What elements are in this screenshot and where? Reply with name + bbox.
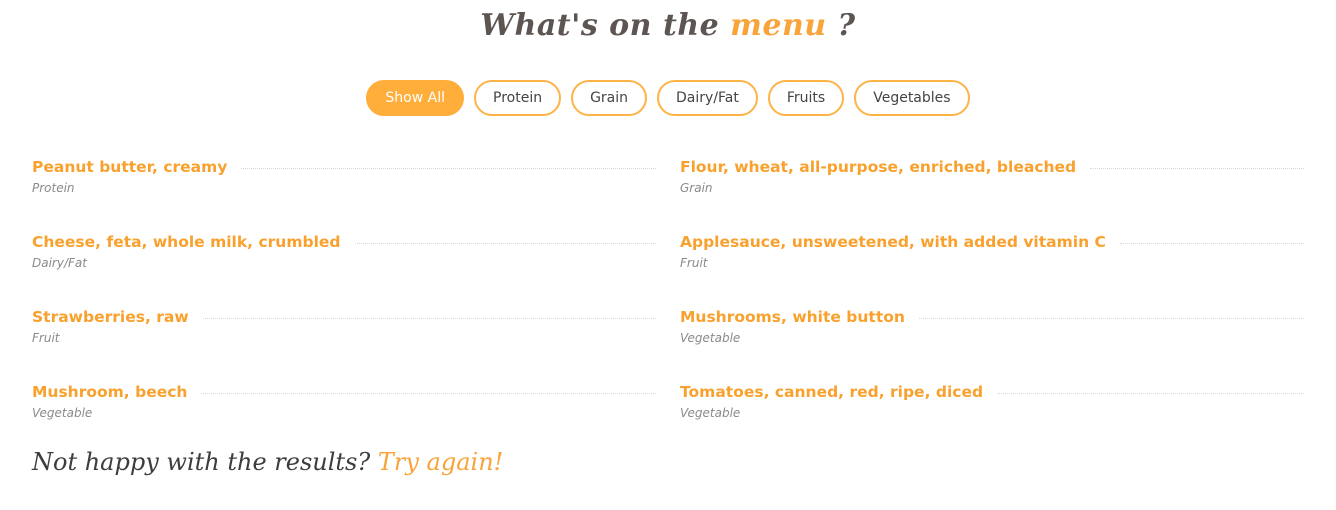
menu-item: Mushrooms, white button Vegetable: [680, 306, 1304, 381]
menu-item: Applesauce, unsweetened, with added vita…: [680, 231, 1304, 306]
dotted-leader: [201, 392, 656, 394]
title-suffix: ?: [826, 8, 856, 43]
dotted-leader: [1119, 242, 1304, 244]
menu-item-row: Mushrooms, white button: [680, 306, 1304, 328]
filter-dairy-fat-button[interactable]: Dairy/Fat: [657, 80, 758, 116]
title-accent: menu: [730, 8, 827, 43]
menu-item-name: Tomatoes, canned, red, ripe, diced: [680, 383, 984, 401]
menu-list: Peanut butter, creamy Protein Flour, whe…: [32, 156, 1304, 456]
menu-item-name: Mushroom, beech: [32, 383, 188, 401]
menu-item-category: Vegetable: [32, 406, 93, 420]
try-again-link[interactable]: Try again!: [378, 448, 503, 476]
dotted-leader: [354, 242, 656, 244]
menu-item-category: Vegetable: [680, 406, 741, 420]
section-title: What's on the menu ?: [0, 8, 1336, 43]
menu-item-category: Vegetable: [680, 331, 741, 345]
title-prefix: What's on the: [480, 8, 731, 43]
menu-item-row: Flour, wheat, all-purpose, enriched, ble…: [680, 156, 1304, 178]
menu-item-row: Applesauce, unsweetened, with added vita…: [680, 231, 1304, 253]
menu-item-category: Grain: [680, 181, 713, 195]
footer-message: Not happy with the results? Try again!: [32, 448, 503, 476]
menu-item-name: Applesauce, unsweetened, with added vita…: [680, 233, 1106, 251]
dotted-leader: [918, 317, 1304, 319]
menu-item-name: Cheese, feta, whole milk, crumbled: [32, 233, 341, 251]
menu-item: Cheese, feta, whole milk, crumbled Dairy…: [32, 231, 656, 306]
menu-item-category: Fruit: [32, 331, 60, 345]
menu-item-category: Dairy/Fat: [32, 256, 87, 270]
menu-item-name: Peanut butter, creamy: [32, 158, 228, 176]
dotted-leader: [1090, 167, 1304, 169]
dotted-leader: [997, 392, 1304, 394]
menu-item: Strawberries, raw Fruit: [32, 306, 656, 381]
filter-grain-button[interactable]: Grain: [571, 80, 648, 116]
menu-item-name: Flour, wheat, all-purpose, enriched, ble…: [680, 158, 1077, 176]
menu-item: Peanut butter, creamy Protein: [32, 156, 656, 231]
filter-fruits-button[interactable]: Fruits: [767, 80, 845, 116]
menu-item-row: Mushroom, beech: [32, 381, 656, 403]
menu-item-name: Mushrooms, white button: [680, 308, 905, 326]
dotted-leader: [202, 317, 656, 319]
filter-vegetables-button[interactable]: Vegetables: [854, 80, 970, 116]
menu-item: Mushroom, beech Vegetable: [32, 381, 656, 456]
menu-item-category: Fruit: [680, 256, 708, 270]
menu-item: Tomatoes, canned, red, ripe, diced Veget…: [680, 381, 1304, 456]
menu-item-row: Tomatoes, canned, red, ripe, diced: [680, 381, 1304, 403]
menu-item-category: Protein: [32, 181, 75, 195]
menu-item-row: Peanut butter, creamy: [32, 156, 656, 178]
dotted-leader: [241, 167, 656, 169]
menu-item: Flour, wheat, all-purpose, enriched, ble…: [680, 156, 1304, 231]
menu-item-row: Strawberries, raw: [32, 306, 656, 328]
footer-question: Not happy with the results?: [32, 448, 378, 476]
filter-protein-button[interactable]: Protein: [474, 80, 562, 116]
filter-show-all-button[interactable]: Show All: [366, 80, 464, 116]
menu-item-row: Cheese, feta, whole milk, crumbled: [32, 231, 656, 253]
filter-bar: Show All Protein Grain Dairy/Fat Fruits …: [0, 80, 1336, 116]
menu-item-name: Strawberries, raw: [32, 308, 189, 326]
